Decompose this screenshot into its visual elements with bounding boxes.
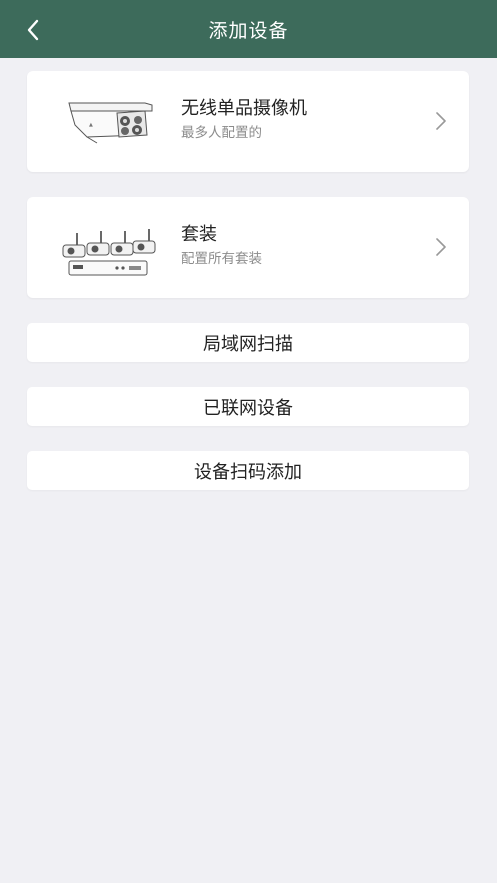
networked-devices-button[interactable]: 已联网设备 (27, 387, 469, 426)
page-title: 添加设备 (208, 19, 289, 42)
chevron-left-icon (27, 19, 39, 41)
nvr-camera-kit-icon (62, 229, 156, 276)
card-subtitle: 配置所有套装 (181, 251, 262, 267)
title-bar: 添加设备 (0, 0, 497, 58)
card-subtitle: 最多人配置的 (181, 125, 262, 141)
back-button[interactable] (18, 17, 48, 43)
scan-code-add-button[interactable]: 设备扫码添加 (27, 451, 469, 490)
svg-text:▲: ▲ (89, 122, 93, 128)
chevron-right-icon (436, 238, 446, 256)
lan-scan-button[interactable]: 局域网扫描 (27, 323, 469, 362)
card-text: 套装 配置所有套装 (181, 223, 262, 268)
card-title: 套装 (181, 224, 217, 245)
card-title: 无线单品摄像机 (181, 98, 307, 119)
card-text: 无线单品摄像机 最多人配置的 (181, 97, 307, 142)
bullet-camera-icon: ▲ (68, 102, 153, 144)
chevron-right-icon (436, 112, 446, 130)
card-kit[interactable]: 套装 配置所有套装 (27, 197, 469, 298)
card-wireless-camera[interactable]: ▲ 无线单品摄像机 最多人配置的 (27, 71, 469, 172)
